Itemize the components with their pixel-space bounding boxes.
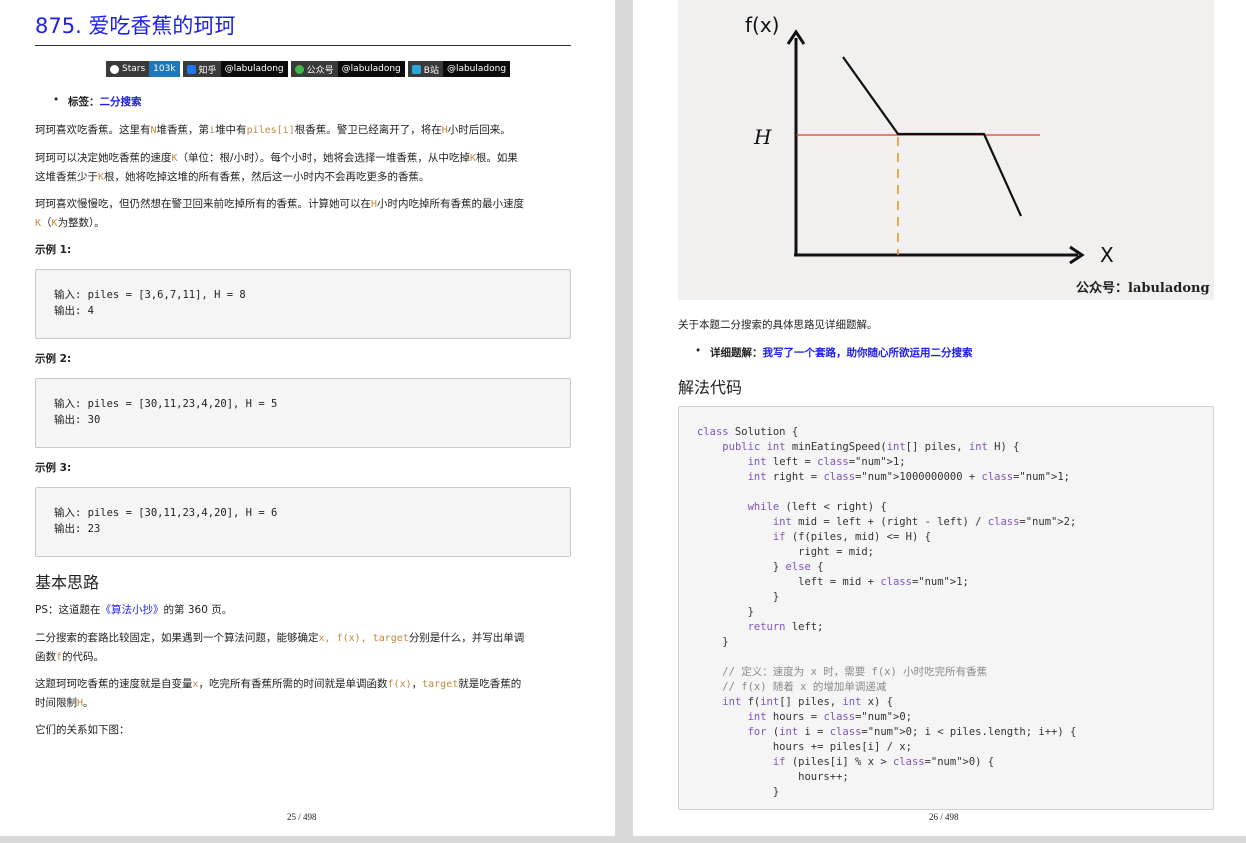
- example-3-box: 输入: piles = [30,11,23,4,20], H = 6 输出: 2…: [35, 487, 571, 557]
- example-output: 输出: 30: [54, 414, 101, 426]
- github-stars-badge[interactable]: Stars 103k: [106, 61, 180, 77]
- badge-label: 公众号: [306, 65, 334, 76]
- fx-graph: f(x) X H 公众号：labuladong: [745, 13, 1210, 296]
- right-page: f(x) X H 公众号：labuladong 关于本题二分搜索的具体思路见详细…: [633, 0, 1246, 836]
- idea-para-1: 二分搜索的套路比较固定，如果遇到一个算法问题，能够确定x, f(x), targ…: [35, 632, 525, 663]
- example-1-box: 输入: piles = [3,6,7,11], H = 8 输出: 4: [35, 269, 571, 339]
- section-title-basic-idea: 基本思路: [35, 573, 100, 592]
- figure-watermark: 公众号：labuladong: [1076, 280, 1210, 296]
- example-input: 输入: piles = [30,11,23,4,20], H = 5: [54, 398, 278, 410]
- detail-label: 详细题解：: [710, 347, 763, 359]
- detail-intro: 关于本题二分搜索的具体思路见详细题解。: [678, 319, 878, 331]
- badge-row: Stars 103k 知乎 @labuladong 公众号 @labuladon…: [106, 61, 511, 77]
- code-line: }: [697, 786, 780, 798]
- code-line: // f(x) 随着 x 的增加单调递减: [697, 681, 887, 693]
- tag-link[interactable]: 二分搜索: [100, 96, 142, 108]
- y-axis-label: f(x): [745, 13, 779, 37]
- badge-label: B站: [423, 65, 439, 76]
- badge-value: @labuladong: [442, 61, 511, 77]
- code-line: }: [697, 636, 729, 648]
- bilibili-icon: [411, 64, 421, 74]
- badge-value: @labuladong: [220, 61, 288, 77]
- code-line: int f(int[] piles, int x) {: [722, 696, 893, 708]
- code-line: int right = class="num">1000000000 + cla…: [747, 471, 1071, 483]
- code-line: right = mid;: [697, 546, 875, 558]
- example-input: 输入: piles = [3,6,7,11], H = 8: [54, 289, 246, 301]
- code-line: return left;: [747, 621, 824, 633]
- code-line: class Solution {: [697, 426, 799, 438]
- example-2-box: 输入: piles = [30,11,23,4,20], H = 5 输出: 3…: [35, 378, 571, 448]
- badge-value: @labuladong: [337, 61, 405, 77]
- code-line: int mid = left + (right - left) / class=…: [772, 516, 1077, 528]
- book-link[interactable]: 《算法小抄》: [101, 604, 164, 616]
- x-axis-label: X: [1100, 243, 1114, 267]
- tag-label: 标签：: [68, 96, 100, 108]
- relation-figure: f(x) X H 公众号：labuladong: [678, 0, 1214, 300]
- wechat-badge[interactable]: 公众号 @labuladong: [290, 61, 405, 77]
- zhihu-icon: [186, 64, 196, 74]
- zhihu-badge[interactable]: 知乎 @labuladong: [182, 61, 288, 77]
- idea-para-2: 这题珂珂吃香蕉的速度就是自变量x，吃完所有香蕉所需的时间就是单调函数f(x)，t…: [35, 678, 522, 709]
- example-1-heading: 示例 1:: [35, 244, 72, 256]
- badge-label: Stars: [122, 64, 146, 74]
- example-2-heading: 示例 2:: [35, 353, 72, 365]
- section-title-solution: 解法代码: [678, 378, 743, 397]
- problem-para-1: 珂珂喜欢吃香蕉。这里有N堆香蕉，第i堆中有piles[i]根香蕉。警卫已经离开了…: [35, 124, 511, 136]
- code-line: // 定义：速度为 x 时，需要 f(x) 小时吃完所有香蕉: [697, 666, 988, 678]
- github-icon: [110, 64, 119, 74]
- code-line: hours++;: [697, 771, 849, 783]
- code-line: for (int i = class="num">0; i < piles.le…: [747, 726, 1077, 738]
- wechat-icon: [294, 64, 304, 74]
- problem-para-3: 珂珂喜欢慢慢吃，但仍然想在警卫回来前吃掉所有的香蕉。计算她可以在H小时内吃掉所有…: [35, 198, 525, 229]
- code-line: } else {: [697, 561, 824, 573]
- code-line: hours += piles[i] / x;: [697, 741, 912, 753]
- code-line: }: [697, 606, 754, 618]
- page-number: 26 / 498: [929, 812, 959, 822]
- code-line: public int minEatingSpeed(int[] piles, i…: [722, 441, 1020, 453]
- example-output: 输出: 4: [54, 305, 94, 317]
- tag-item: 标签：二分搜索: [53, 94, 142, 109]
- code-line: left = mid + class="num">1;: [697, 576, 969, 588]
- page-title: 875. 爱吃香蕉的珂珂: [35, 14, 236, 38]
- detail-item: 详细题解：我写了一个套路，助你随心所欲运用二分搜索: [695, 345, 973, 360]
- problem-para-2: 珂珂可以决定她吃香蕉的速度K（单位：根/小时）。每个小时，她将会选择一堆香蕉，从…: [35, 152, 518, 183]
- example-3-heading: 示例 3:: [35, 462, 72, 474]
- bilibili-badge[interactable]: B站 @labuladong: [407, 61, 511, 77]
- code-line: int hours = class="num">0;: [747, 711, 912, 723]
- example-output: 输出: 23: [54, 523, 101, 535]
- left-page: 875. 爱吃香蕉的珂珂 Stars 103k 知乎 @labuladong 公…: [0, 0, 615, 836]
- example-input: 输入: piles = [30,11,23,4,20], H = 6: [54, 507, 278, 519]
- code-line: if (piles[i] % x > class="num">0) {: [772, 756, 995, 768]
- badge-value: 103k: [149, 61, 180, 77]
- fx-curve: [842, 56, 1023, 217]
- idea-para-3: 它们的关系如下图：: [35, 724, 130, 736]
- code-line: if (f(piles, mid) <= H) {: [772, 531, 931, 543]
- page-number: 25 / 498: [287, 812, 317, 822]
- code-line: }: [697, 591, 780, 603]
- solution-code-block: class Solution { public int minEatingSpe…: [678, 406, 1214, 810]
- detail-link[interactable]: 我写了一个套路，助你随心所欲运用二分搜索: [763, 347, 973, 359]
- code-line: int left = class="num">1;: [747, 456, 906, 468]
- title-divider: [35, 45, 571, 46]
- badge-label: 知乎: [198, 65, 217, 76]
- ps-para: PS：这道题在《算法小抄》的第 360 页。: [35, 604, 233, 616]
- h-label: H: [753, 125, 772, 149]
- code-line: while (left < right) {: [747, 501, 887, 513]
